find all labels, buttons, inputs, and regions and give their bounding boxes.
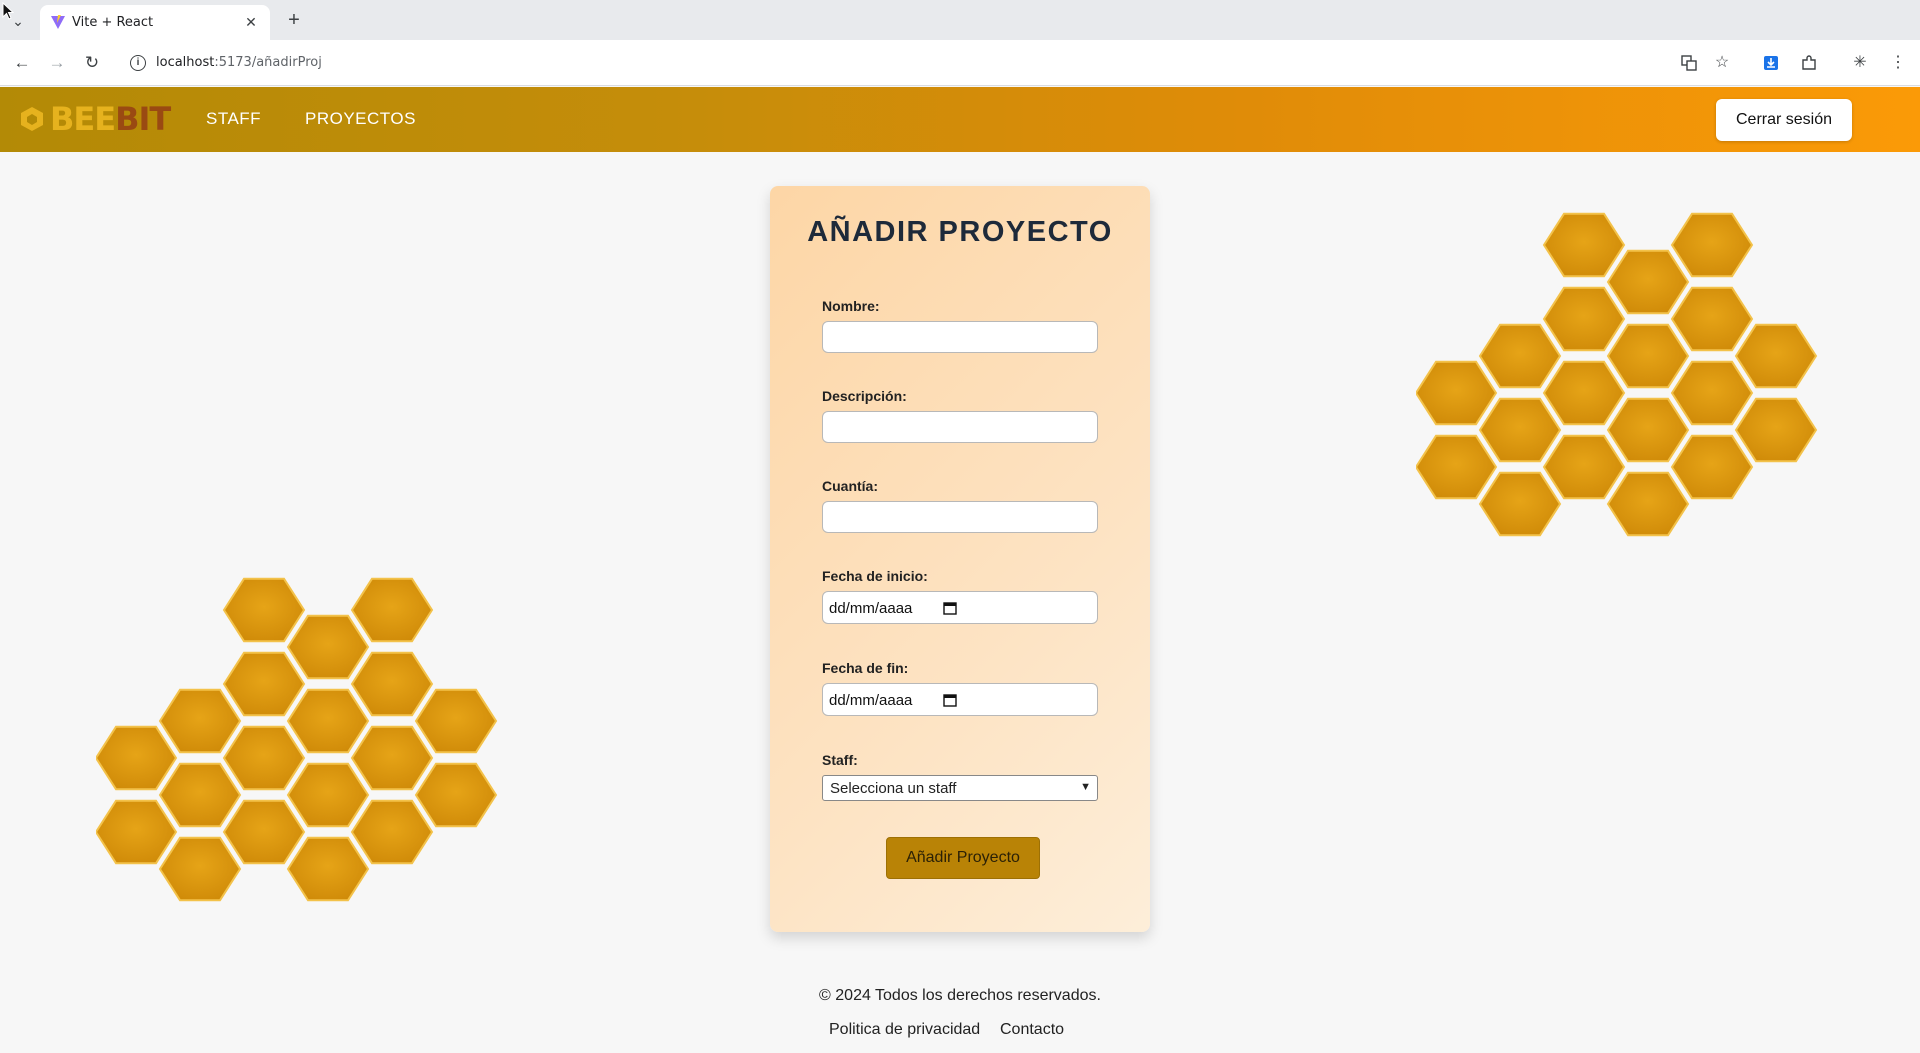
honeycomb-cell	[1478, 397, 1562, 463]
honeycomb-cell	[222, 799, 306, 865]
browser-tabstrip: ⌄ Vite + React ✕ +	[0, 0, 1920, 40]
honeycomb-cell	[1416, 360, 1498, 426]
address-field[interactable]: i localhost:5173/añadirProj	[120, 46, 1680, 80]
profile-icon[interactable]: ✳	[1848, 51, 1872, 75]
honeycomb-cell	[414, 688, 498, 754]
new-tab-icon[interactable]: +	[282, 9, 306, 33]
browser-menu-icon[interactable]: ⋮	[1886, 51, 1910, 75]
honeycomb-cell	[1478, 323, 1562, 389]
honeycomb-cell	[1416, 434, 1498, 500]
honeycomb-cell	[1606, 397, 1690, 463]
tab-title: Vite + React	[72, 15, 154, 30]
app-navbar: BEE BIT STAFF PROYECTOS Cerrar sesión	[0, 87, 1920, 152]
mouse-cursor-icon	[2, 2, 14, 20]
honeycomb-cell	[222, 725, 306, 791]
logo-text-bit: BIT	[115, 100, 171, 138]
url-host: localhost	[156, 55, 215, 70]
fecha-inicio-value: dd/mm/aaaa	[829, 600, 913, 617]
chevron-down-icon: ▼	[1080, 781, 1091, 793]
descripcion-label: Descripción:	[822, 388, 907, 404]
fecha-inicio-label: Fecha de inicio:	[822, 568, 928, 584]
honeycomb-cell	[158, 836, 242, 902]
calendar-icon[interactable]	[943, 601, 957, 615]
hexagon-logo-icon	[21, 107, 43, 131]
honeycomb-cell	[1670, 360, 1754, 426]
honeycomb-cell	[350, 799, 434, 865]
reload-icon[interactable]: ↻	[80, 51, 104, 75]
contact-link[interactable]: Contacto	[1000, 1021, 1064, 1039]
form-title: AÑADIR PROYECTO	[807, 216, 1113, 248]
bookmark-star-icon[interactable]: ☆	[1710, 51, 1734, 75]
browser-toolbar: ← → ↻ i localhost:5173/añadirProj ☆ ✳ ⋮	[0, 40, 1920, 86]
honeycomb-cell	[1670, 286, 1754, 352]
honeycomb-cell	[1734, 323, 1818, 389]
staff-select-value: Selecciona un staff	[830, 780, 957, 797]
tab-close-icon[interactable]: ✕	[242, 13, 260, 31]
url-path: :5173/añadirProj	[214, 55, 322, 70]
honeycomb-cell	[1542, 360, 1626, 426]
logo-text-bee: BEE	[50, 100, 116, 138]
add-project-form: AÑADIR PROYECTO Nombre: Descripción: Cua…	[770, 186, 1150, 932]
honeycomb-cell	[1606, 323, 1690, 389]
forward-icon[interactable]: →	[45, 51, 69, 75]
vite-favicon-icon	[51, 15, 65, 29]
honeycomb-cell	[222, 651, 306, 717]
honeycomb-cell	[1670, 434, 1754, 500]
honeycomb-cell	[1606, 249, 1690, 315]
honeycomb-cell	[286, 688, 370, 754]
honeycomb-cell	[1478, 471, 1562, 537]
fecha-fin-label: Fecha de fin:	[822, 660, 909, 676]
extensions-icon[interactable]	[1797, 51, 1821, 75]
honeycomb-cell	[350, 725, 434, 791]
cuantia-label: Cuantía:	[822, 478, 878, 494]
footer-copyright: © 2024 Todos los derechos reservados.	[819, 987, 1101, 1004]
descripcion-input[interactable]	[822, 411, 1098, 443]
calendar-icon[interactable]	[943, 693, 957, 707]
privacy-link[interactable]: Politica de privacidad	[829, 1021, 980, 1039]
beebit-logo[interactable]: BEE BIT	[18, 99, 171, 139]
add-project-button[interactable]: Añadir Proyecto	[886, 837, 1040, 879]
honeycomb-cell	[1542, 212, 1626, 278]
honeycomb-cell	[286, 762, 370, 828]
honeycomb-cell	[1542, 286, 1626, 352]
honeycomb-cell	[1734, 397, 1818, 463]
translate-icon[interactable]	[1677, 51, 1701, 75]
logout-button[interactable]: Cerrar sesión	[1716, 99, 1852, 141]
honeycomb-right-decoration	[1416, 212, 1818, 537]
honeycomb-cell	[286, 614, 370, 680]
download-icon[interactable]	[1759, 51, 1783, 75]
honeycomb-cell	[286, 836, 370, 902]
nav-link-staff[interactable]: STAFF	[206, 109, 261, 129]
staff-label: Staff:	[822, 752, 858, 768]
honeycomb-cell	[158, 762, 242, 828]
cuantia-input[interactable]	[822, 501, 1098, 533]
honeycomb-left-decoration	[96, 577, 498, 902]
honeycomb-cell	[350, 577, 434, 643]
honeycomb-cell	[350, 651, 434, 717]
browser-tab[interactable]: Vite + React ✕	[40, 5, 270, 40]
honeycomb-cell	[1670, 212, 1754, 278]
nombre-label: Nombre:	[822, 298, 880, 314]
url-text: localhost:5173/añadirProj	[156, 55, 322, 70]
fecha-inicio-input[interactable]: dd/mm/aaaa	[822, 591, 1098, 624]
honeycomb-cell	[1606, 471, 1690, 537]
site-info-icon[interactable]: i	[130, 55, 146, 71]
honeycomb-cell	[96, 799, 178, 865]
honeycomb-cell	[1542, 434, 1626, 500]
staff-select[interactable]: Selecciona un staff ▼	[822, 775, 1098, 801]
nav-link-proyectos[interactable]: PROYECTOS	[305, 109, 416, 129]
fecha-fin-value: dd/mm/aaaa	[829, 692, 913, 709]
honeycomb-cell	[414, 762, 498, 828]
honeycomb-cell	[96, 725, 178, 791]
fecha-fin-input[interactable]: dd/mm/aaaa	[822, 683, 1098, 716]
honeycomb-cell	[222, 577, 306, 643]
honeycomb-cell	[158, 688, 242, 754]
nombre-input[interactable]	[822, 321, 1098, 353]
back-icon[interactable]: ←	[10, 51, 34, 75]
